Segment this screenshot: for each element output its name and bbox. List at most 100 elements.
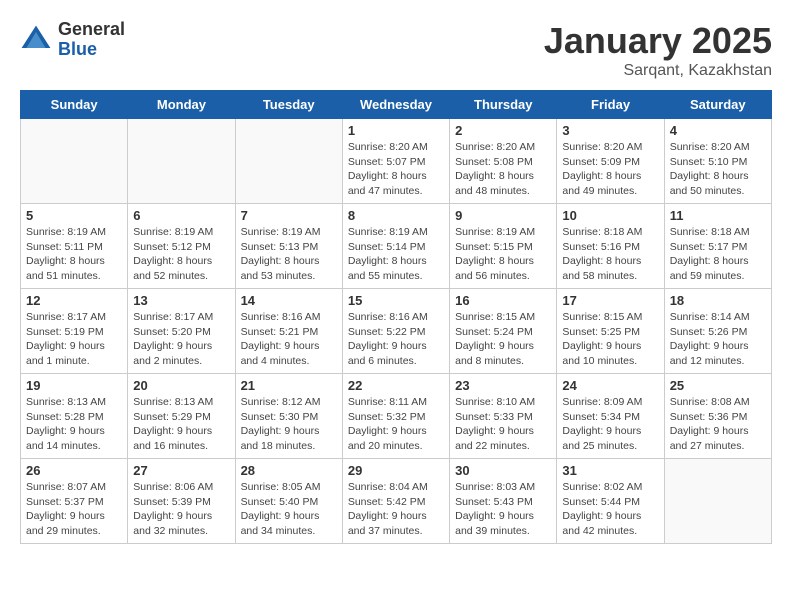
calendar-cell: 22Sunrise: 8:11 AM Sunset: 5:32 PM Dayli… [342,374,449,459]
day-info: Sunrise: 8:19 AM Sunset: 5:13 PM Dayligh… [241,225,337,284]
calendar-cell: 30 Sunrise: 8:03 AM Sunset: 5:43 PM Dayli… [450,459,557,544]
logo-blue-text: Blue [58,40,125,60]
day-info: Sunrise: 8:05 AM Sunset: 5:40 PM Dayligh… [241,480,337,539]
calendar-week-row: 12 Sunrise: 8:17 AM Sunset: 5:19 PM Dayli… [21,289,772,374]
day-number: 24 [562,378,658,393]
day-number: 8 [348,208,444,223]
day-number: 30 [455,463,551,478]
day-number: 20 [133,378,229,393]
calendar-cell: 5 Sunrise: 8:19 AM Sunset: 5:11 PM Daylig… [21,204,128,289]
calendar-cell: 9Sunrise: 8:19 AM Sunset: 5:15 PM Daylig… [450,204,557,289]
weekday-header: Sunday [21,91,128,119]
calendar-cell: 12 Sunrise: 8:17 AM Sunset: 5:19 PM Dayli… [21,289,128,374]
calendar-title: January 2025 [544,20,772,62]
calendar-table: SundayMondayTuesdayWednesdayThursdayFrid… [20,90,772,544]
day-info: Sunrise: 8:19 AM Sunset: 5:12 PM Dayligh… [133,225,229,284]
day-number: 17 [562,293,658,308]
day-number: 26 [26,463,122,478]
logo-general-text: General [58,20,125,40]
day-number: 3 [562,123,658,138]
calendar-cell: 21 Sunrise: 8:12 AM Sunset: 5:30 PM Dayli… [235,374,342,459]
day-number: 13 [133,293,229,308]
day-info: Sunrise: 8:20 AM Sunset: 5:07 PM Dayligh… [348,140,444,199]
weekday-header: Monday [128,91,235,119]
calendar-cell: 27Sunrise: 8:06 AM Sunset: 5:39 PM Dayli… [128,459,235,544]
day-info: Sunrise: 8:09 AM Sunset: 5:34 PM Dayligh… [562,395,658,454]
weekday-header: Saturday [664,91,771,119]
calendar-cell: 11Sunrise: 8:18 AM Sunset: 5:17 PM Dayli… [664,204,771,289]
calendar-cell: 7Sunrise: 8:19 AM Sunset: 5:13 PM Daylig… [235,204,342,289]
weekday-header-row: SundayMondayTuesdayWednesdayThursdayFrid… [21,91,772,119]
calendar-cell: 16Sunrise: 8:15 AM Sunset: 5:24 PM Dayli… [450,289,557,374]
day-info: Sunrise: 8:04 AM Sunset: 5:42 PM Dayligh… [348,480,444,539]
calendar-cell [664,459,771,544]
calendar-cell: 31Sunrise: 8:02 AM Sunset: 5:44 PM Dayli… [557,459,664,544]
calendar-cell: 19 Sunrise: 8:13 AM Sunset: 5:28 PM Dayli… [21,374,128,459]
day-number: 16 [455,293,551,308]
calendar-cell: 26 Sunrise: 8:07 AM Sunset: 5:37 PM Dayli… [21,459,128,544]
calendar-cell: 1 Sunrise: 8:20 AM Sunset: 5:07 PM Daylig… [342,119,449,204]
calendar-cell: 25 Sunrise: 8:08 AM Sunset: 5:36 PM Dayli… [664,374,771,459]
calendar-cell: 14 Sunrise: 8:16 AM Sunset: 5:21 PM Dayli… [235,289,342,374]
day-number: 11 [670,208,766,223]
logo-icon [20,24,52,56]
day-info: Sunrise: 8:10 AM Sunset: 5:33 PM Dayligh… [455,395,551,454]
day-info: Sunrise: 8:15 AM Sunset: 5:25 PM Dayligh… [562,310,658,369]
day-info: Sunrise: 8:03 AM Sunset: 5:43 PM Dayligh… [455,480,551,539]
day-number: 15 [348,293,444,308]
day-number: 1 [348,123,444,138]
day-info: Sunrise: 8:14 AM Sunset: 5:26 PM Dayligh… [670,310,766,369]
day-number: 10 [562,208,658,223]
calendar-cell: 18 Sunrise: 8:14 AM Sunset: 5:26 PM Dayli… [664,289,771,374]
calendar-cell: 23 Sunrise: 8:10 AM Sunset: 5:33 PM Dayli… [450,374,557,459]
calendar-week-row: 5 Sunrise: 8:19 AM Sunset: 5:11 PM Daylig… [21,204,772,289]
day-info: Sunrise: 8:20 AM Sunset: 5:08 PM Dayligh… [455,140,551,199]
calendar-subtitle: Sarqant, Kazakhstan [544,62,772,80]
weekday-header: Wednesday [342,91,449,119]
day-number: 14 [241,293,337,308]
calendar-cell: 29 Sunrise: 8:04 AM Sunset: 5:42 PM Dayli… [342,459,449,544]
day-info: Sunrise: 8:16 AM Sunset: 5:21 PM Dayligh… [241,310,337,369]
day-number: 4 [670,123,766,138]
day-info: Sunrise: 8:17 AM Sunset: 5:20 PM Dayligh… [133,310,229,369]
calendar-cell: 17 Sunrise: 8:15 AM Sunset: 5:25 PM Dayli… [557,289,664,374]
day-number: 12 [26,293,122,308]
calendar-cell [21,119,128,204]
day-info: Sunrise: 8:11 AM Sunset: 5:32 PM Dayligh… [348,395,444,454]
day-number: 25 [670,378,766,393]
day-number: 23 [455,378,551,393]
day-number: 21 [241,378,337,393]
title-block: January 2025 Sarqant, Kazakhstan [544,20,772,80]
day-info: Sunrise: 8:20 AM Sunset: 5:09 PM Dayligh… [562,140,658,199]
calendar-cell: 13 Sunrise: 8:17 AM Sunset: 5:20 PM Dayli… [128,289,235,374]
calendar-cell: 28Sunrise: 8:05 AM Sunset: 5:40 PM Dayli… [235,459,342,544]
weekday-header: Thursday [450,91,557,119]
calendar-week-row: 1 Sunrise: 8:20 AM Sunset: 5:07 PM Daylig… [21,119,772,204]
day-number: 27 [133,463,229,478]
day-info: Sunrise: 8:08 AM Sunset: 5:36 PM Dayligh… [670,395,766,454]
calendar-cell: 8Sunrise: 8:19 AM Sunset: 5:14 PM Daylig… [342,204,449,289]
day-number: 2 [455,123,551,138]
weekday-header: Friday [557,91,664,119]
calendar-cell: 6 Sunrise: 8:19 AM Sunset: 5:12 PM Daylig… [128,204,235,289]
day-info: Sunrise: 8:19 AM Sunset: 5:11 PM Dayligh… [26,225,122,284]
day-number: 19 [26,378,122,393]
day-info: Sunrise: 8:20 AM Sunset: 5:10 PM Dayligh… [670,140,766,199]
calendar-cell [128,119,235,204]
day-number: 6 [133,208,229,223]
calendar-week-row: 19 Sunrise: 8:13 AM Sunset: 5:28 PM Dayli… [21,374,772,459]
day-info: Sunrise: 8:07 AM Sunset: 5:37 PM Dayligh… [26,480,122,539]
day-info: Sunrise: 8:17 AM Sunset: 5:19 PM Dayligh… [26,310,122,369]
calendar-cell: 3 Sunrise: 8:20 AM Sunset: 5:09 PM Daylig… [557,119,664,204]
day-info: Sunrise: 8:12 AM Sunset: 5:30 PM Dayligh… [241,395,337,454]
day-info: Sunrise: 8:18 AM Sunset: 5:16 PM Dayligh… [562,225,658,284]
day-number: 5 [26,208,122,223]
day-info: Sunrise: 8:13 AM Sunset: 5:28 PM Dayligh… [26,395,122,454]
day-info: Sunrise: 8:13 AM Sunset: 5:29 PM Dayligh… [133,395,229,454]
calendar-cell: 2 Sunrise: 8:20 AM Sunset: 5:08 PM Daylig… [450,119,557,204]
day-info: Sunrise: 8:19 AM Sunset: 5:15 PM Dayligh… [455,225,551,284]
day-number: 18 [670,293,766,308]
day-number: 29 [348,463,444,478]
calendar-cell [235,119,342,204]
weekday-header: Tuesday [235,91,342,119]
